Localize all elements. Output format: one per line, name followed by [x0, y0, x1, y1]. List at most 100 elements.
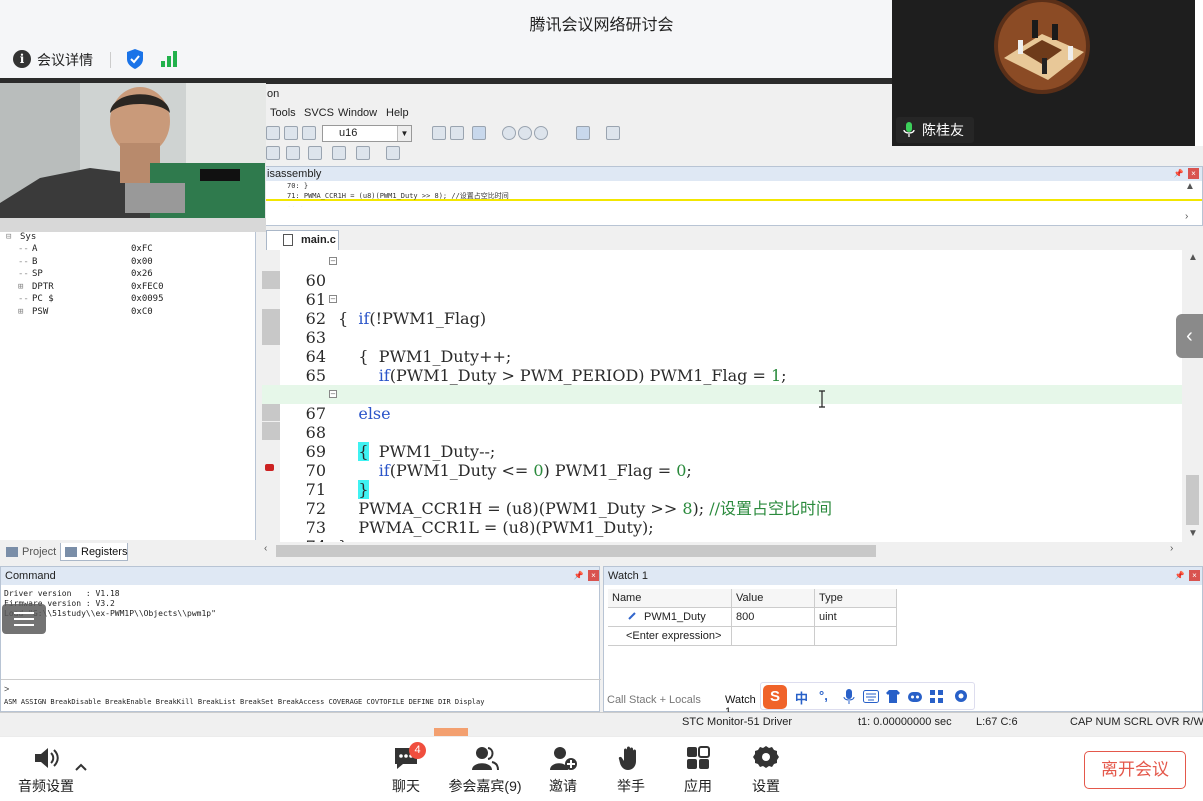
- scrollbar-thumb[interactable]: [1186, 475, 1199, 525]
- side-panel-toggle[interactable]: ‹: [1176, 314, 1203, 358]
- code-line-64: 64 if(PWM1_Duty > PWM_PERIOD) PWM1_Flag …: [305, 347, 787, 385]
- pin-icon[interactable]: 📌: [573, 570, 584, 581]
- signal-strength-icon[interactable]: [160, 50, 178, 68]
- register-row[interactable]: -- PC $ 0x0095: [0, 293, 250, 305]
- tab-call-stack[interactable]: Call Stack + Locals: [607, 694, 701, 706]
- register-name: PSW: [32, 306, 49, 317]
- register-row[interactable]: ⊞ PSW 0xC0: [0, 306, 250, 318]
- tree-expand-icon[interactable]: ⊟: [6, 231, 11, 243]
- ime-punctuation-toggle[interactable]: °,: [819, 688, 828, 703]
- participants-button[interactable]: 参会嘉宾(9): [444, 737, 526, 796]
- serial-window-icon[interactable]: [308, 146, 322, 160]
- breakpoint-icon[interactable]: [472, 126, 486, 140]
- floating-menu-button[interactable]: [2, 604, 46, 634]
- chevron-down-icon[interactable]: ▼: [397, 126, 411, 141]
- target-combo[interactable]: u16 ▼: [322, 125, 412, 142]
- register-row[interactable]: -- B 0x00: [0, 256, 250, 268]
- register-row[interactable]: ⊞ DPTR 0xFEC0: [0, 281, 250, 293]
- command-input[interactable]: >: [4, 684, 9, 694]
- ime-skin-icon[interactable]: [885, 689, 901, 704]
- menu-window[interactable]: Window: [338, 107, 377, 119]
- menu-tools[interactable]: Tools: [270, 107, 296, 119]
- code-line-74: 74: [262, 518, 1182, 542]
- tab-registers[interactable]: Registers: [60, 543, 128, 561]
- apps-grid-icon: [687, 746, 710, 769]
- indent-icon[interactable]: [266, 126, 280, 140]
- scroll-right-icon[interactable]: ›: [1185, 211, 1188, 222]
- bp-enable-icon[interactable]: [502, 126, 516, 140]
- fold-toggle-icon[interactable]: −: [329, 295, 337, 303]
- pin-icon[interactable]: 📌: [1173, 168, 1184, 179]
- watch-row-name[interactable]: PWM1_Duty: [608, 608, 732, 627]
- code-line-73: 73 }: [305, 518, 349, 542]
- comment-icon[interactable]: [302, 126, 316, 140]
- info-icon[interactable]: i: [13, 50, 31, 68]
- disassembly-title: isassembly: [263, 167, 1202, 181]
- analysis-window-icon[interactable]: [332, 146, 346, 160]
- shield-check-icon[interactable]: [125, 48, 145, 70]
- menu-svcs[interactable]: SVCS: [304, 107, 334, 119]
- pin-icon[interactable]: 📌: [1174, 570, 1185, 581]
- chevron-up-icon[interactable]: [75, 763, 87, 771]
- scroll-down-icon[interactable]: ▼: [1188, 528, 1198, 539]
- leave-meeting-button[interactable]: 离开会议: [1084, 751, 1186, 789]
- editor-horizontal-scrollbar[interactable]: ‹ ›: [262, 542, 1203, 560]
- meeting-details-link[interactable]: 会议详情: [37, 50, 93, 70]
- editor-vertical-scrollbar[interactable]: ▲ ▼: [1182, 250, 1203, 542]
- window-layout-icon[interactable]: [576, 126, 590, 140]
- scroll-up-icon[interactable]: ▲: [1185, 181, 1195, 192]
- close-icon[interactable]: ×: [1188, 168, 1199, 179]
- tools-icon[interactable]: [386, 146, 400, 160]
- find-icon[interactable]: [432, 126, 446, 140]
- close-icon[interactable]: ×: [1189, 570, 1200, 581]
- scrollbar-thumb[interactable]: [276, 545, 876, 557]
- fold-toggle-icon[interactable]: −: [329, 390, 337, 398]
- tab-project[interactable]: Project: [2, 543, 60, 561]
- sogou-ime-icon[interactable]: S: [763, 685, 787, 709]
- register-row[interactable]: -- A 0xFC: [0, 243, 250, 255]
- text-cursor-icon: [819, 390, 825, 408]
- watch-enter-expression[interactable]: <Enter expression>: [608, 627, 732, 646]
- register-value: 0xFEC0: [131, 281, 164, 292]
- debug-window-icon[interactable]: [266, 146, 280, 160]
- register-name: DPTR: [32, 281, 54, 292]
- close-icon[interactable]: ×: [588, 570, 599, 581]
- audio-settings-button[interactable]: 音频设置: [14, 737, 78, 796]
- wrench-icon[interactable]: [606, 126, 620, 140]
- bp-disable-icon[interactable]: [518, 126, 532, 140]
- outdent-icon[interactable]: [284, 126, 298, 140]
- scroll-up-icon[interactable]: ▲: [1188, 252, 1198, 263]
- ime-emoji-icon[interactable]: [907, 689, 923, 704]
- ime-apps-icon[interactable]: [929, 689, 944, 704]
- command-panel: Command 📌 × Driver version : V1.18 Firmw…: [0, 566, 601, 712]
- debug-start-icon[interactable]: [450, 126, 464, 140]
- memory-window-icon[interactable]: [286, 146, 300, 160]
- watch-header-name[interactable]: Name: [608, 589, 732, 608]
- chat-unread-badge: 4: [409, 742, 426, 759]
- trace-window-icon[interactable]: [356, 146, 370, 160]
- bp-kill-icon[interactable]: [534, 126, 548, 140]
- status-time: t1: 0.00000000 sec: [858, 716, 952, 728]
- register-name: PC $: [32, 294, 54, 304]
- command-title: Command 📌 ×: [1, 567, 599, 585]
- register-row[interactable]: ⊟ Sys: [0, 231, 250, 243]
- register-row[interactable]: -- SP 0x26: [0, 268, 250, 280]
- scroll-left-icon[interactable]: ‹: [264, 543, 267, 554]
- ime-mic-icon[interactable]: [843, 689, 855, 705]
- apps-button[interactable]: 应用: [677, 737, 719, 796]
- raise-hand-button[interactable]: 举手: [610, 737, 652, 796]
- settings-button[interactable]: 设置: [745, 737, 787, 796]
- ime-settings-icon[interactable]: [953, 688, 969, 704]
- watch-header-value[interactable]: Value: [732, 589, 815, 608]
- fold-toggle-icon[interactable]: −: [329, 257, 337, 265]
- code-editor[interactable]: 60 − { 61 if(!PWM1_Flag) 62 − { 63 PWM1_…: [262, 250, 1182, 542]
- watch-row-value[interactable]: 800: [732, 608, 815, 627]
- menu-help[interactable]: Help: [386, 107, 409, 119]
- scroll-right-icon[interactable]: ›: [1170, 543, 1173, 554]
- watch-header-type[interactable]: Type: [815, 589, 897, 608]
- ime-chinese-toggle[interactable]: 中: [795, 688, 808, 707]
- tab-main-c[interactable]: main.c: [266, 230, 339, 250]
- invite-button[interactable]: 邀请: [542, 737, 584, 796]
- watch-row-value[interactable]: [732, 627, 815, 646]
- ime-keyboard-icon[interactable]: [863, 690, 879, 703]
